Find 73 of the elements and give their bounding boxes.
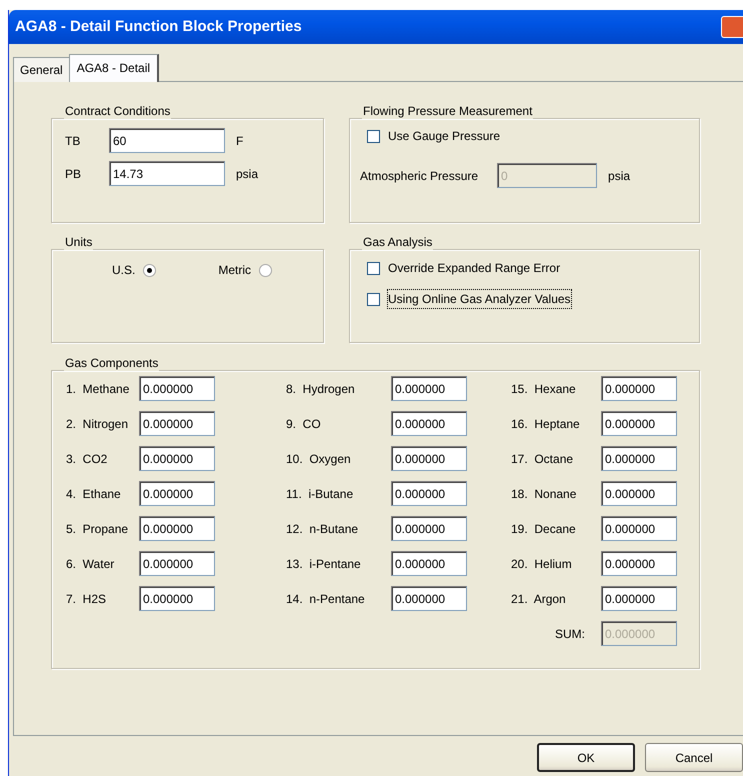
group-title: Gas Analysis: [362, 236, 434, 248]
value-field[interactable]: 0.000000: [601, 411, 677, 436]
value-field[interactable]: 0.000000: [391, 586, 467, 611]
radio-button[interactable]: [143, 264, 156, 276]
component-label: 7. H2S: [66, 590, 108, 608]
tab[interactable]: General: [13, 57, 70, 82]
value-field[interactable]: 0.000000: [391, 551, 467, 576]
component-label: 9. CO: [286, 416, 322, 432]
value-field[interactable]: 0.000000: [139, 446, 215, 471]
value-field[interactable]: 0.000000: [391, 446, 467, 471]
group-title: Contract Conditions: [64, 105, 172, 117]
component-label: 11. i-Butane: [286, 486, 354, 502]
component-label: 20. Helium: [511, 556, 573, 572]
value-field[interactable]: 0.000000: [139, 551, 215, 576]
value-field[interactable]: 0.000000: [601, 481, 677, 506]
group-title: Flowing Pressure Measurement: [362, 105, 534, 117]
window-title: AGA8 - Detail Function Block Properties: [15, 16, 302, 37]
checkbox-label: Use Gauge Pressure: [388, 128, 500, 145]
value-field[interactable]: 0.000000: [139, 376, 215, 401]
text-field[interactable]: 60: [109, 128, 225, 153]
component-label: 8. Hydrogen: [286, 380, 356, 398]
unit-label: F: [236, 132, 244, 150]
sum-label: SUM:: [555, 626, 585, 642]
component-label: 13. i-Pentane: [286, 556, 362, 572]
value-field[interactable]: 0.000000: [601, 376, 677, 401]
dialog-button[interactable]: OK: [537, 743, 635, 772]
unit-label: psia: [608, 168, 630, 184]
group-title: Gas Components: [64, 357, 160, 369]
component-label: 3. CO2: [66, 450, 108, 468]
radio-label: U.S.: [112, 262, 136, 279]
component-label: 18. Nonane: [511, 486, 578, 502]
component-label: 5. Propane: [66, 520, 130, 538]
tab[interactable]: AGA8 - Detail: [68, 54, 160, 82]
component-label: 21. Argon: [511, 590, 567, 608]
value-field[interactable]: 0.000000: [139, 516, 215, 541]
value-field[interactable]: 0.000000: [601, 586, 677, 611]
value-field[interactable]: 0.000000: [391, 411, 467, 436]
component-label: 15. Hexane: [511, 380, 577, 398]
text-field[interactable]: 14.73: [109, 161, 225, 186]
radio-button[interactable]: [259, 264, 272, 276]
field-label: Atmospheric Pressure: [360, 168, 478, 184]
value-field[interactable]: 0.000000: [601, 516, 677, 541]
component-label: 12. n-Butane: [286, 520, 360, 538]
component-label: 4. Ethane: [66, 486, 122, 502]
value-field[interactable]: 0.000000: [601, 446, 677, 471]
component-label: 16. Heptane: [511, 416, 581, 432]
value-field[interactable]: 0.000000: [601, 551, 677, 576]
radio-label: Metric: [218, 262, 252, 279]
value-field[interactable]: 0.000000: [139, 481, 215, 506]
component-label: 10. Oxygen: [286, 450, 352, 468]
component-label: 17. Octane: [511, 450, 574, 468]
group-title: Units: [64, 236, 94, 248]
value-field[interactable]: 0.000000: [391, 481, 467, 506]
dialog-button[interactable]: Cancel: [645, 743, 743, 772]
checkbox[interactable]: [367, 262, 380, 274]
value-field[interactable]: 0.000000: [391, 376, 467, 401]
value-field[interactable]: 0.000000: [139, 411, 215, 436]
sum-field: 0.000000: [601, 621, 677, 646]
component-label: 6. Water: [66, 556, 116, 572]
close-button[interactable]: [721, 16, 743, 38]
component-label: 1. Methane: [66, 380, 130, 398]
checkbox-label: Override Expanded Range Error: [388, 260, 560, 277]
value-field[interactable]: 0.000000: [391, 516, 467, 541]
component-label: 19. Decane: [511, 520, 577, 538]
checkbox-label: Using Online Gas Analyzer Values: [388, 290, 571, 308]
checkbox[interactable]: [367, 292, 380, 306]
value-field[interactable]: 0.000000: [139, 586, 215, 611]
unit-label: psia: [236, 166, 258, 182]
component-label: 2. Nitrogen: [66, 416, 130, 432]
component-label: 14. n-Pentane: [286, 590, 366, 608]
checkbox[interactable]: [367, 130, 380, 142]
field-label: TB: [64, 132, 82, 150]
field-label: PB: [64, 166, 82, 182]
